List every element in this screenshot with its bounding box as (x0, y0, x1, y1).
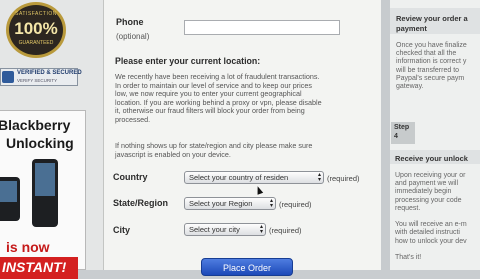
review-step-text: Once you have finalize checked that all … (396, 42, 467, 91)
seal-percent: 100% (14, 19, 58, 38)
review-text-line: gateway. (396, 83, 424, 91)
city-label: City (113, 225, 131, 235)
step-number-badge: Step 4 (391, 122, 415, 144)
country-required: (required) (327, 174, 360, 183)
receive-text-line: processing your code (395, 196, 462, 204)
promo-line-3: is now (6, 239, 50, 255)
receive-text-line: You will receive an e-m (395, 221, 467, 229)
review-text-line: information is correct y (396, 58, 467, 66)
promo-line-4: INSTANT! (2, 259, 67, 275)
phone-input[interactable] (184, 20, 340, 35)
js-notice-line: javascript is enabled on your device. (115, 149, 231, 159)
promo-banner[interactable]: Blackberry Unlocking is now INSTANT! (0, 110, 86, 279)
receive-text-line: That's it! (395, 254, 422, 262)
step-number: 4 (394, 133, 398, 140)
city-required: (required) (269, 226, 302, 235)
country-select[interactable]: Select your country of residen ▴ ▾ (184, 171, 324, 184)
receive-text-line: immediately begin (395, 188, 452, 196)
location-heading: Please enter your current location: (115, 56, 261, 66)
updown-arrow-icon: ▴ ▾ (317, 172, 321, 183)
review-title-line: payment (396, 24, 427, 33)
verified-secured-badge[interactable]: VERIFIED & SECURED VERIFY SECURITY (0, 68, 82, 86)
region-select[interactable]: Select your Region ▴ ▾ (184, 197, 276, 210)
review-title-line: Review your order a (396, 14, 468, 23)
receive-text-line: and payment we will (395, 180, 459, 188)
satisfaction-guarantee-seal: SATISFACTION 100% GUARANTEED (6, 2, 66, 58)
instant-banner: INSTANT! (0, 257, 78, 279)
country-selected-value: Select your country of residen (189, 173, 289, 182)
lock-icon (2, 71, 14, 83)
review-text-line: checked that all the (396, 50, 457, 58)
place-order-button[interactable]: Place Order (201, 258, 293, 276)
review-text-line: Paypal's secure paym (396, 74, 465, 82)
region-label: State/Region (113, 198, 169, 208)
review-text-line: Once you have finalize (396, 42, 467, 49)
promo-line-2: Unlocking (6, 135, 74, 151)
seal-top-text: SATISFACTION (15, 11, 57, 17)
updown-arrow-icon: ▴ ▾ (259, 224, 263, 235)
javascript-notice: If nothing shows up for state/region and… (115, 141, 312, 159)
city-select[interactable]: Select your city ▴ ▾ (184, 223, 266, 236)
promo-line-1: Blackberry (0, 117, 71, 133)
column-gutter (381, 0, 390, 270)
step-label: Step (394, 124, 410, 131)
city-selected-value: Select your city (189, 225, 240, 234)
receive-text-line: how to unlock your dev (395, 237, 467, 245)
region-selected-value: Select your Region (189, 199, 253, 208)
receive-text-line: request. (395, 204, 421, 212)
receive-text-line (395, 246, 467, 254)
review-text-line: will be transferred to (396, 66, 460, 74)
left-sidebar: SATISFACTION 100% GUARANTEED VERIFIED & … (0, 0, 103, 279)
receive-step-text: Upon receiving your or and payment we wi… (395, 172, 467, 262)
fraud-notice-line: processed. (115, 114, 151, 124)
receive-text-line: with detailed instructi (395, 229, 460, 237)
review-step-title: Review your order a payment (396, 14, 468, 34)
phone-image (0, 177, 20, 221)
fraud-notice: We recently have been receiving a lot of… (115, 72, 322, 125)
secured-subtitle: VERIFY SECURITY (17, 78, 58, 83)
updown-arrow-icon: ▴ ▾ (269, 198, 273, 209)
seal-bottom-text: GUARANTEED (18, 40, 54, 46)
receive-text-line (395, 213, 467, 221)
phone-image (32, 159, 58, 227)
receive-step-title: Receive your unlock (395, 154, 468, 163)
receive-text-line: Upon receiving your or (395, 172, 466, 179)
phone-optional-note: (optional) (116, 32, 150, 41)
region-required: (required) (279, 200, 312, 209)
country-label: Country (113, 172, 148, 182)
secured-title: VERIFIED & SECURED (17, 70, 82, 76)
phone-label: Phone (116, 17, 144, 27)
